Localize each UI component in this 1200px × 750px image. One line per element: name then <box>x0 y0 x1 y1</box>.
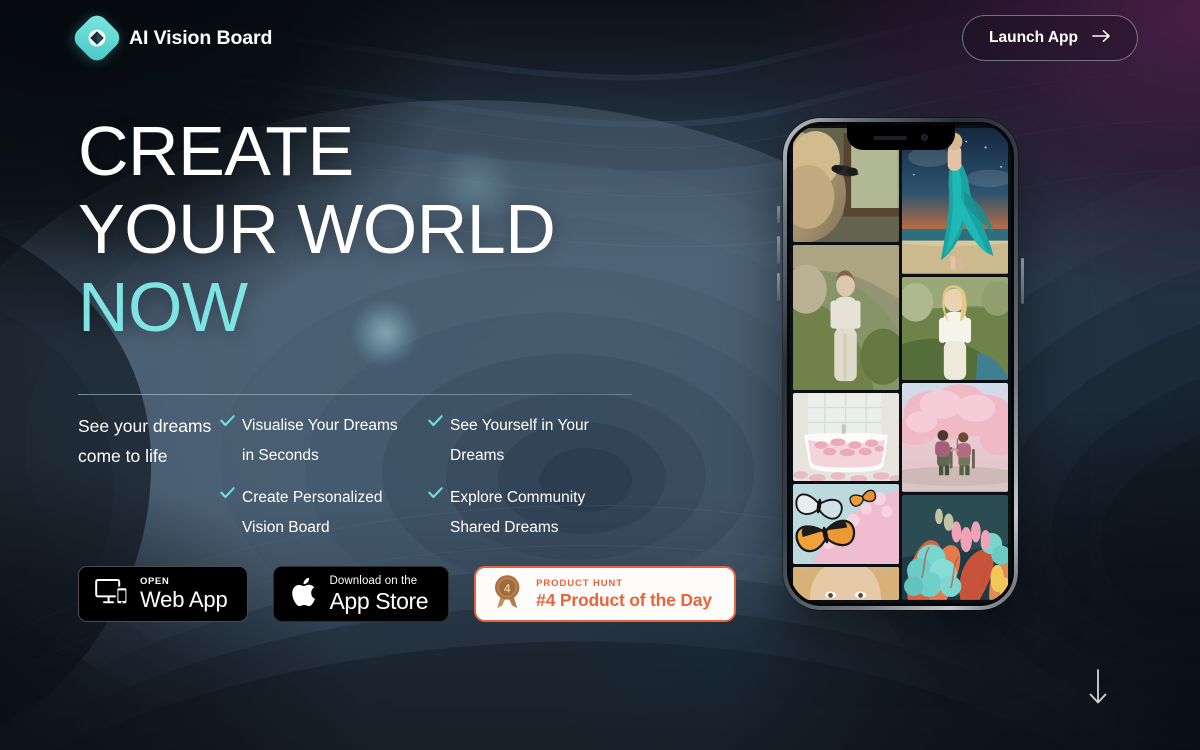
phone-notch <box>846 125 955 150</box>
gallery-column-right <box>902 128 1008 600</box>
list-item: Create Personalized Vision Board <box>220 483 428 543</box>
medal-ribbon-icon: 4 <box>492 574 523 615</box>
check-icon <box>428 486 443 504</box>
feature-column-left: Visualise Your Dreams in Seconds Create … <box>220 411 428 543</box>
app-store-text: Download on the App Store <box>329 574 428 614</box>
product-hunt-text: PRODUCT HUNT #4 Product of the Day <box>536 577 712 611</box>
launch-app-button[interactable]: Launch App <box>962 15 1138 61</box>
app-store-title: App Store <box>329 588 429 614</box>
gallery-tile-butterflies-blossom[interactable] <box>793 483 899 564</box>
web-app-text: OPEN Web App <box>140 576 228 612</box>
phone-volume-down-button <box>777 273 780 301</box>
vision-board-gallery <box>790 125 1011 603</box>
apple-icon <box>290 575 318 614</box>
gallery-tile-hikers-pink-clouds[interactable] <box>902 383 1008 493</box>
product-hunt-badge[interactable]: 4 PRODUCT HUNT #4 Product of the Day <box>474 566 736 622</box>
phone-screen <box>790 125 1011 603</box>
headline-line-2: YOUR WORLD <box>78 190 556 268</box>
list-item: Explore Community Shared Dreams <box>428 483 633 543</box>
hero-tagline: See your dreams come to life <box>78 416 212 466</box>
list-item: Visualise Your Dreams in Seconds <box>220 411 428 471</box>
product-hunt-kicker: PRODUCT HUNT <box>536 578 623 589</box>
check-icon <box>220 414 235 432</box>
phone-bezel <box>787 122 1014 606</box>
app-store-kicker: Download on the <box>329 575 418 587</box>
brand-name: AI Vision Board <box>129 26 273 49</box>
launch-app-label: Launch App <box>989 29 1078 46</box>
brand-logo[interactable]: AI Vision Board <box>70 11 273 65</box>
open-web-app-button[interactable]: OPEN Web App <box>78 566 249 622</box>
gallery-column-left <box>793 128 899 601</box>
feature-label: Explore Community Shared Dreams <box>450 489 586 536</box>
speaker-slot-icon <box>873 135 907 140</box>
check-icon <box>220 486 235 504</box>
feature-label: Visualise Your Dreams in Seconds <box>242 417 398 464</box>
page-title: CREATE YOUR WORLD NOW <box>78 112 678 346</box>
phone-frame <box>777 118 1024 610</box>
feature-list: See your dreams come to life Visualise Y… <box>78 411 678 543</box>
feature-columns: Visualise Your Dreams in Seconds Create … <box>220 411 678 543</box>
hero-divider <box>78 394 632 395</box>
gallery-tile-blonde-coast[interactable] <box>902 276 1008 381</box>
site-header: AI Vision Board Launch App <box>0 0 1200 76</box>
phone-mute-switch <box>777 206 780 223</box>
web-app-kicker: OPEN <box>140 576 170 587</box>
phone-power-button <box>1021 258 1024 304</box>
check-icon <box>428 414 443 432</box>
list-item: See Yourself in Your Dreams <box>428 411 633 471</box>
feature-column-right: See Yourself in Your Dreams Explore Comm… <box>428 411 633 543</box>
arrow-right-icon <box>1092 29 1111 48</box>
diamond-logo-icon <box>70 11 124 65</box>
landing-page: AI Vision Board Launch App CREATE YOUR W… <box>0 0 1200 750</box>
headline-line-1: CREATE <box>78 112 354 190</box>
feature-label: See Yourself in Your Dreams <box>450 417 589 464</box>
scroll-down-indicator[interactable] <box>1086 668 1110 711</box>
gallery-tile-coral-reef[interactable] <box>902 495 1008 600</box>
phone-mockup <box>777 118 1024 610</box>
cta-button-row: OPEN Web App Download on the App Store 4… <box>78 566 736 622</box>
front-camera-icon <box>921 134 928 141</box>
gallery-tile-bathtub-petals[interactable] <box>793 392 899 481</box>
feature-label: Create Personalized Vision Board <box>242 489 383 536</box>
gallery-tile-portrait-face[interactable] <box>793 566 899 601</box>
app-store-button[interactable]: Download on the App Store <box>273 566 450 622</box>
web-app-title: Web App <box>140 587 228 612</box>
gallery-tile-woman-white-outfit[interactable] <box>793 245 899 390</box>
product-hunt-title: #4 Product of the Day <box>536 590 712 610</box>
phone-volume-up-button <box>777 236 780 264</box>
monitor-phone-icon <box>95 578 129 611</box>
svg-text:4: 4 <box>504 583 511 595</box>
hero-section: CREATE YOUR WORLD NOW See your dreams co… <box>78 112 678 543</box>
headline-line-3: NOW <box>78 268 248 346</box>
arrow-down-icon <box>1086 669 1110 710</box>
